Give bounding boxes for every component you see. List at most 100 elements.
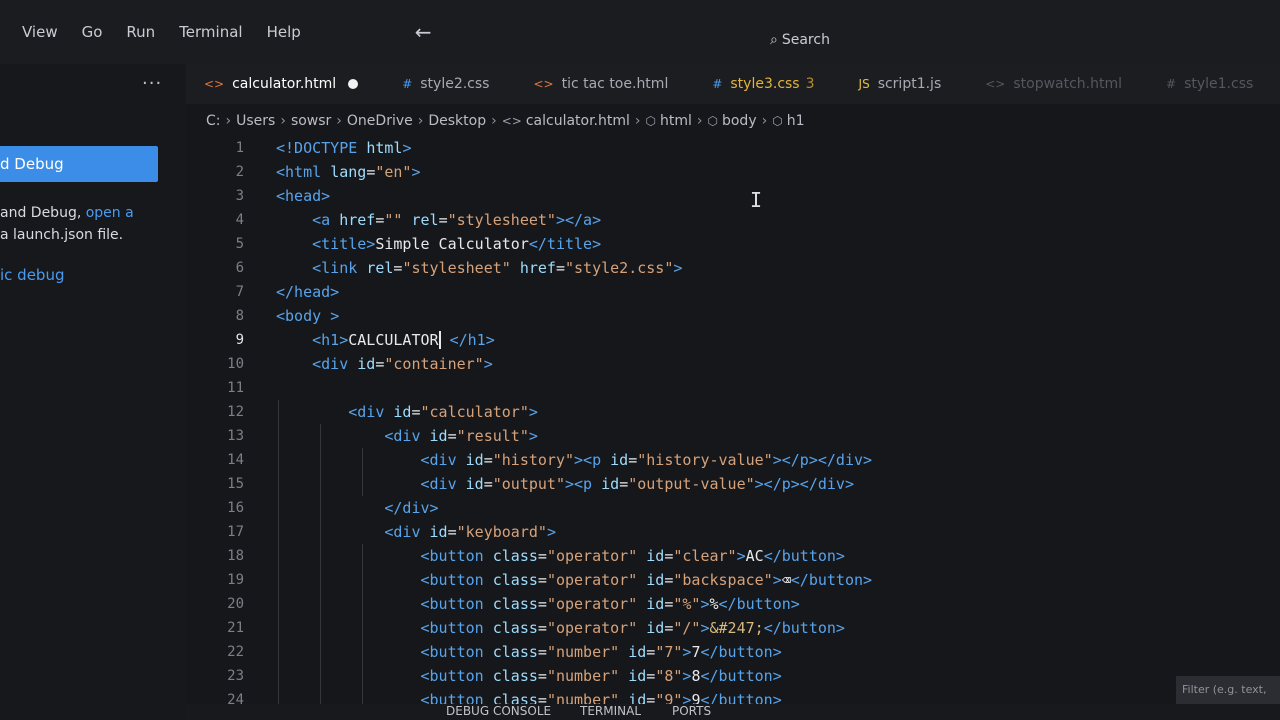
tab-style1-css[interactable]: # style1.css xyxy=(1166,76,1253,92)
token-attr: id xyxy=(646,571,665,589)
code-line[interactable]: 12 <div id="calculator"> xyxy=(186,400,1280,424)
token-attr: class xyxy=(492,643,538,661)
breadcrumb-item[interactable]: html xyxy=(660,113,692,129)
panel-filter-input[interactable]: Filter (e.g. text, !exclude) xyxy=(1176,676,1280,720)
tab-ports[interactable]: PORTS xyxy=(672,704,711,718)
code-line[interactable]: 19 <button class="operator" id="backspac… xyxy=(186,568,1280,592)
html-file-icon: <> xyxy=(204,77,225,91)
tab-debug-console[interactable]: DEBUG CONSOLE xyxy=(446,704,551,718)
breadcrumb-item[interactable]: Users xyxy=(236,113,275,129)
token-txt: = xyxy=(628,451,638,469)
code-text: <div id="history"><p id="history-value">… xyxy=(276,451,873,469)
token-ent: &#247; xyxy=(709,619,764,637)
menu-terminal[interactable]: Terminal xyxy=(179,23,242,41)
code-line[interactable]: 3 <head> xyxy=(186,184,1280,208)
token-tag: ></p></div> xyxy=(754,475,854,493)
line-number: 23 xyxy=(227,668,244,684)
breadcrumb-item[interactable]: C: xyxy=(206,113,221,129)
token-tag: > xyxy=(736,547,746,565)
tab-style3-css[interactable]: # style3.css 3 xyxy=(712,76,814,92)
chevron-right-icon: › xyxy=(491,113,497,129)
run-and-debug-button[interactable]: d Debug xyxy=(0,146,158,182)
token-attr: id xyxy=(393,403,412,421)
token-attr: class xyxy=(492,667,538,685)
panel-tabs: DEBUG CONSOLE TERMINAL PORTS xyxy=(186,704,1280,720)
code-text: <link rel="stylesheet" href="style2.css"… xyxy=(276,259,682,277)
token-attr: id xyxy=(429,523,448,541)
tab-style2-css[interactable]: # style2.css xyxy=(402,76,489,92)
token-txt: = xyxy=(438,211,448,229)
breadcrumb-item[interactable]: sowsr xyxy=(291,113,331,129)
tab-calculator-html[interactable]: <> calculator.html xyxy=(204,76,359,92)
run-debug-sidebar: ... d Debug and Debug, open a a launch.j… xyxy=(0,64,186,720)
code-text: <!DOCTYPE html> xyxy=(276,139,411,157)
token-txt: = xyxy=(537,571,547,589)
code-line[interactable]: 22 <button class="number" id="7">7</butt… xyxy=(186,640,1280,664)
code-editor-area[interactable]: 1 <!DOCTYPE html> 2 <html lang="en"> 3 <head>… xyxy=(186,136,1280,720)
code-line[interactable]: 6 <link rel="stylesheet" href="style2.cs… xyxy=(186,256,1280,280)
code-line[interactable]: 1 <!DOCTYPE html> xyxy=(186,136,1280,160)
line-number: 4 xyxy=(235,212,244,228)
token-tag: <a xyxy=(312,211,340,229)
menu-go[interactable]: Go xyxy=(82,23,103,41)
token-str: "8" xyxy=(655,667,683,685)
code-line[interactable]: 10 <div id="container"> xyxy=(186,352,1280,376)
line-number: 20 xyxy=(227,596,244,612)
help-text-2: a launch.json file. xyxy=(0,227,124,243)
code-line[interactable]: 7 </head> xyxy=(186,280,1280,304)
code-line[interactable]: 4 <a href="" rel="stylesheet"></a> xyxy=(186,208,1280,232)
code-line[interactable]: 20 <button class="operator" id="%">%</bu… xyxy=(186,592,1280,616)
code-line[interactable]: 15 <div id="output"><p id="output-value"… xyxy=(186,472,1280,496)
dynamic-debug-link[interactable]: ic debug xyxy=(0,266,64,284)
token-tag: ><p xyxy=(565,475,602,493)
code-line[interactable]: 11 xyxy=(186,376,1280,400)
breadcrumb-item[interactable]: h1 xyxy=(787,113,805,129)
tab-stopwatch-html[interactable]: <> stopwatch.html xyxy=(985,76,1122,92)
token-str: "number" xyxy=(546,667,620,685)
token-tag: ><p xyxy=(574,451,611,469)
code-line[interactable]: 2 <html lang="en"> xyxy=(186,160,1280,184)
code-line[interactable]: 16 </div> xyxy=(186,496,1280,520)
code-text: <div id="output"><p id="output-value"></… xyxy=(276,475,855,493)
menu-help[interactable]: Help xyxy=(267,23,301,41)
command-center-search[interactable]: ⌕ Search xyxy=(770,32,830,48)
code-line[interactable]: 13 <div id="result"> xyxy=(186,424,1280,448)
tab-terminal[interactable]: TERMINAL xyxy=(580,704,641,718)
arrow-left-icon[interactable]: ← xyxy=(415,20,432,44)
breadcrumb-item[interactable]: calculator.html xyxy=(526,113,630,129)
breadcrumb-item[interactable]: body xyxy=(722,113,757,129)
open-launch-json-link[interactable]: open a xyxy=(86,205,134,221)
unsaved-dot-icon[interactable] xyxy=(348,79,359,89)
code-line[interactable]: 8 <body > xyxy=(186,304,1280,328)
chevron-right-icon: › xyxy=(696,113,703,129)
text-cursor-icon: I xyxy=(750,188,763,212)
symbol-element-icon: ⬡ xyxy=(772,114,783,128)
tab-tic-tac-toe-html[interactable]: <> tic tac toe.html xyxy=(533,76,668,92)
menu-view[interactable]: View xyxy=(22,23,58,41)
code-line[interactable]: 5 <title>Simple Calculator</title> xyxy=(186,232,1280,256)
tab-script1-js[interactable]: JS script1.js xyxy=(859,76,942,92)
code-line[interactable]: 9 <h1>CALCULATOR </h1> xyxy=(186,328,1280,352)
token-attr: id xyxy=(601,475,620,493)
menu-run[interactable]: Run xyxy=(126,23,155,41)
breadcrumb-item[interactable]: Desktop xyxy=(428,113,486,129)
code-line[interactable]: 21 <button class="operator" id="/">&#247… xyxy=(186,616,1280,640)
run-debug-help-text: and Debug, open a a launch.json file. xyxy=(0,202,180,246)
code-line[interactable]: 18 <button class="operator" id="clear">A… xyxy=(186,544,1280,568)
line-number: 18 xyxy=(227,548,244,564)
token-str: "calculator" xyxy=(420,403,529,421)
token-str: "operator" xyxy=(546,547,638,565)
token-txt: = xyxy=(646,667,656,685)
code-line[interactable]: 17 <div id="keyboard"> xyxy=(186,520,1280,544)
code-line[interactable]: 23 <button class="number" id="8">8</butt… xyxy=(186,664,1280,688)
more-actions-icon[interactable]: ... xyxy=(142,68,162,89)
code-line[interactable]: 14 <div id="history"><p id="history-valu… xyxy=(186,448,1280,472)
token-str: "history-value" xyxy=(637,451,773,469)
token-tag: > xyxy=(528,403,538,421)
breadcrumb-item[interactable]: OneDrive xyxy=(347,113,413,129)
token-txt: = xyxy=(483,451,493,469)
code-text: <button class="number" id="8">8</button> xyxy=(276,667,782,685)
